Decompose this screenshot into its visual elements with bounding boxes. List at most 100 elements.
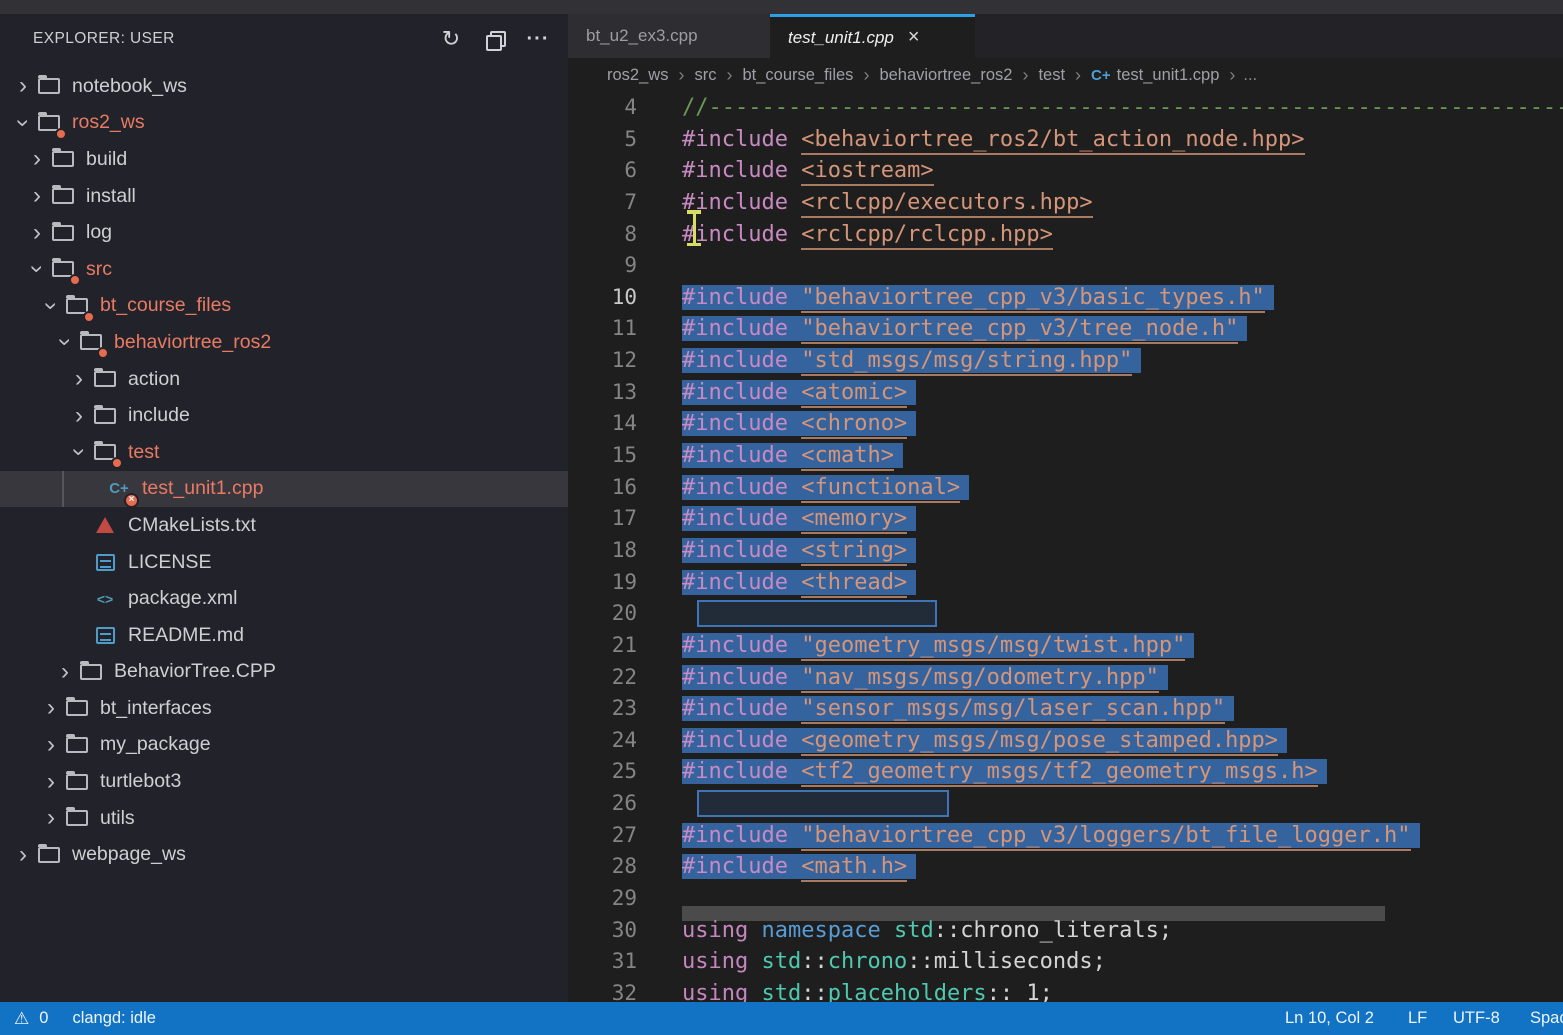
code-line-31[interactable]: 31using std::chrono::milliseconds;	[568, 946, 1563, 978]
tree-item-turtlebot3[interactable]: ›turtlebot3	[0, 763, 568, 800]
chevron-right-icon[interactable]: ›	[52, 660, 78, 684]
code-area[interactable]: 4//-------------------------------------…	[568, 92, 1563, 1002]
chevron-right-icon[interactable]: ›	[66, 404, 92, 428]
collapse-folders-icon[interactable]	[479, 24, 509, 54]
tree-item-ros2-ws[interactable]: ›ros2_ws	[0, 105, 568, 142]
tree-item-license[interactable]: LICENSE	[0, 544, 568, 581]
code-line-21[interactable]: 21#include "geometry_msgs/msg/twist.hpp"	[568, 630, 1563, 662]
tree-item-behaviortree-ros2[interactable]: ›behaviortree_ros2	[0, 324, 568, 361]
status-bar: ⚠ 0 clangd: idle Ln 10, Col 2 LF UTF-8 S…	[0, 1002, 1563, 1035]
code-line-8[interactable]: 8#include <rclcpp/rclcpp.hpp>	[568, 219, 1563, 251]
chevron-right-icon[interactable]: ›	[38, 770, 64, 794]
folder-icon	[64, 732, 90, 758]
tree-item-behaviortree-cpp[interactable]: ›BehaviorTree.CPP	[0, 654, 568, 691]
tree-item-label: include	[128, 404, 190, 427]
selected-text: #include "behaviortree_cpp_v3/tree_node.…	[682, 316, 1238, 341]
folder-icon	[50, 183, 76, 209]
tree-item-my-package[interactable]: ›my_package	[0, 727, 568, 764]
code-line-16[interactable]: 16#include <functional>	[568, 472, 1563, 504]
line-number: 8	[568, 219, 637, 251]
code-line-6[interactable]: 6#include <iostream>	[568, 155, 1563, 187]
code-line-10[interactable]: 10#include "behaviortree_cpp_v3/basic_ty…	[568, 282, 1563, 314]
breadcrumb-item-test[interactable]: test	[1038, 66, 1065, 85]
breadcrumb-item-behaviortree_ros2[interactable]: behaviortree_ros2	[879, 66, 1012, 85]
tree-item-test-unit1-cpp[interactable]: C+×test_unit1.cpp	[0, 471, 568, 508]
code-line-5[interactable]: 5#include <behaviortree_ros2/bt_action_n…	[568, 124, 1563, 156]
chevron-right-icon[interactable]: ›	[38, 733, 64, 757]
breadcrumb-overflow[interactable]: ...	[1243, 66, 1257, 85]
code-line-11[interactable]: 11#include "behaviortree_cpp_v3/tree_nod…	[568, 313, 1563, 345]
code-line-12[interactable]: 12#include "std_msgs/msg/string.hpp"	[568, 345, 1563, 377]
tree-item-webpage-ws[interactable]: ›webpage_ws	[0, 836, 568, 873]
breadcrumb-file[interactable]: test_unit1.cpp	[1117, 66, 1220, 85]
chevron-down-icon[interactable]: ›	[11, 110, 35, 136]
tree-item-cmakelists-txt[interactable]: CMakeLists.txt	[0, 507, 568, 544]
code-line-19[interactable]: 19#include <thread>	[568, 567, 1563, 599]
code-line-27[interactable]: 27#include "behaviortree_cpp_v3/loggers/…	[568, 820, 1563, 852]
status-indentation[interactable]: Spac	[1530, 1002, 1563, 1035]
error-badge: ×	[124, 493, 139, 508]
tree-item-utils[interactable]: ›utils	[0, 800, 568, 837]
tree-item-package-xml[interactable]: <>package.xml	[0, 580, 568, 617]
chevron-down-icon[interactable]: ›	[53, 329, 77, 355]
tree-item-notebook-ws[interactable]: ›notebook_ws	[0, 68, 568, 105]
chevron-down-icon[interactable]: ›	[67, 439, 91, 465]
code-text: #include <chrono>	[682, 408, 907, 440]
code-line-26[interactable]: 26	[568, 788, 1563, 820]
chevron-right-icon[interactable]: ›	[10, 74, 36, 98]
code-line-14[interactable]: 14#include <chrono>	[568, 408, 1563, 440]
selection-whitespace-box	[697, 600, 937, 627]
status-line-col[interactable]: Ln 10, Col 2	[1285, 1002, 1374, 1035]
tree-item-build[interactable]: ›build	[0, 141, 568, 178]
close-icon[interactable]: ×	[908, 26, 920, 49]
code-line-13[interactable]: 13#include <atomic>	[568, 377, 1563, 409]
breadcrumb-item-src[interactable]: src	[694, 66, 716, 85]
status-problems[interactable]: ⚠ 0 clangd: idle	[14, 1002, 156, 1035]
tree-item-include[interactable]: › include	[0, 397, 568, 434]
tree-item-test[interactable]: ›test	[0, 434, 568, 471]
tab-test-unit1-cpp[interactable]: test_unit1.cpp×	[770, 14, 975, 58]
status-encoding[interactable]: UTF-8	[1453, 1002, 1500, 1035]
code-line-7[interactable]: 7#include <rclcpp/executors.hpp>	[568, 187, 1563, 219]
breadcrumb-item-ros2_ws[interactable]: ros2_ws	[607, 66, 668, 85]
chevron-right-icon[interactable]: ›	[10, 843, 36, 867]
code-line-23[interactable]: 23#include "sensor_msgs/msg/laser_scan.h…	[568, 693, 1563, 725]
code-line-28[interactable]: 28#include <math.h>	[568, 851, 1563, 883]
tree-item-action[interactable]: ›action	[0, 361, 568, 398]
chevron-right-icon[interactable]: ›	[38, 696, 64, 720]
tree-item-label: log	[86, 221, 112, 244]
code-line-24[interactable]: 24#include <geometry_msgs/msg/pose_stamp…	[568, 725, 1563, 757]
tab-bt-u2-ex3-cpp[interactable]: bt_u2_ex3.cpp	[568, 14, 770, 58]
chevron-right-icon[interactable]: ›	[66, 367, 92, 391]
tree-item-install[interactable]: ›install	[0, 178, 568, 215]
tree-item-bt-course-files[interactable]: ›bt_course_files	[0, 288, 568, 325]
chevron-right-icon[interactable]: ›	[24, 221, 50, 245]
code-text: #include <cmath>	[682, 440, 894, 472]
tree-item-bt-interfaces[interactable]: ›bt_interfaces	[0, 690, 568, 727]
chevron-right-icon[interactable]: ›	[24, 184, 50, 208]
refresh-explorer-icon[interactable]: ↻	[436, 24, 466, 54]
code-line-4[interactable]: 4//-------------------------------------…	[568, 92, 1563, 124]
chevron-right-icon[interactable]: ›	[24, 147, 50, 171]
more-actions-icon[interactable]: ···	[523, 24, 553, 54]
code-line-20[interactable]: 20	[568, 598, 1563, 630]
tree-item-readme-md[interactable]: README.md	[0, 617, 568, 654]
chevron-down-icon[interactable]: ›	[39, 293, 63, 319]
tree-item-log[interactable]: › log	[0, 214, 568, 251]
code-line-18[interactable]: 18#include <string>	[568, 535, 1563, 567]
code-line-25[interactable]: 25#include <tf2_geometry_msgs/tf2_geomet…	[568, 756, 1563, 788]
tree-item-label: test_unit1.cpp	[142, 477, 263, 500]
tree-item-src[interactable]: ›src	[0, 251, 568, 288]
code-line-32[interactable]: 32using std::placeholders::_1;	[568, 978, 1563, 1002]
breadcrumb-item-bt_course_files[interactable]: bt_course_files	[742, 66, 853, 85]
chevron-right-icon[interactable]: ›	[38, 806, 64, 830]
chevron-down-icon[interactable]: ›	[25, 256, 49, 282]
horizontal-scrollbar[interactable]	[682, 906, 1385, 921]
status-eol[interactable]: LF	[1408, 1002, 1427, 1035]
code-line-17[interactable]: 17#include <memory>	[568, 503, 1563, 535]
code-line-9[interactable]: 9	[568, 250, 1563, 282]
code-line-22[interactable]: 22#include "nav_msgs/msg/odometry.hpp"	[568, 662, 1563, 694]
code-line-15[interactable]: 15#include <cmath>	[568, 440, 1563, 472]
folder-icon	[78, 329, 104, 355]
document-file-icon	[92, 622, 118, 648]
